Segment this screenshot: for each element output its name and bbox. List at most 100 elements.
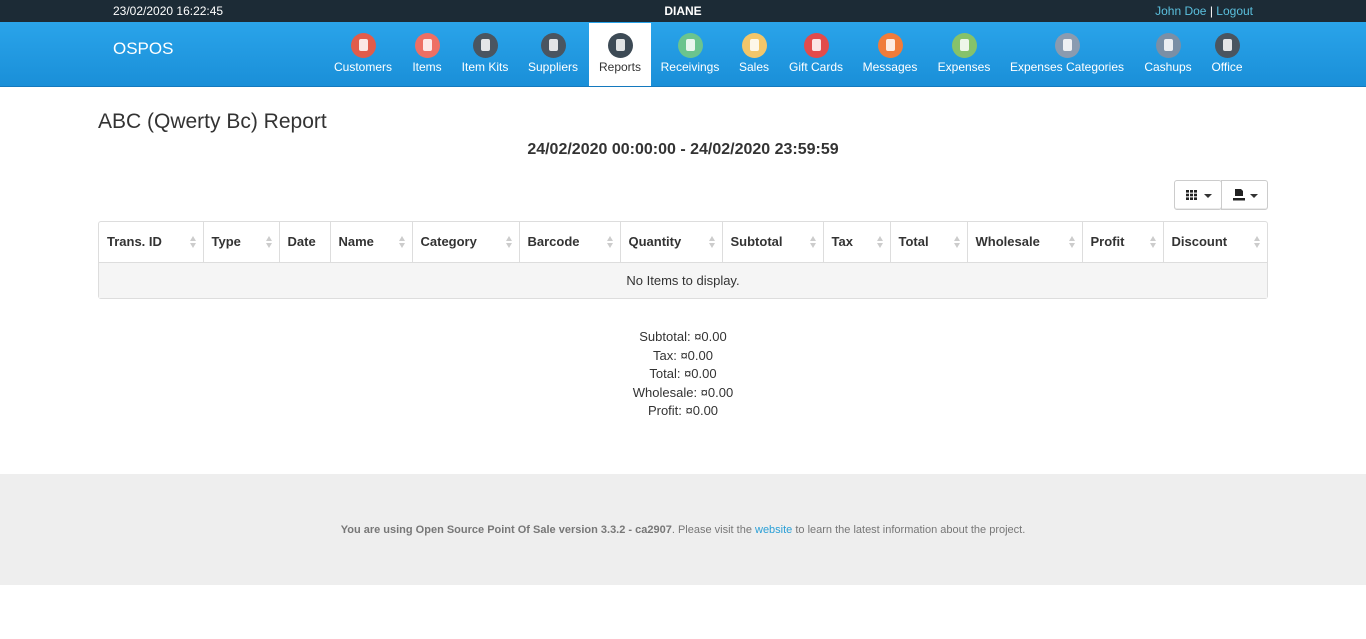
logout-link[interactable]: Logout [1216, 4, 1253, 18]
nav-item-messages[interactable]: Messages [859, 23, 921, 86]
report-table: Trans. ID Type Date Name Category Barcod… [98, 221, 1268, 299]
page-footer: You are using Open Source Point Of Sale … [0, 474, 1366, 585]
nav-label: Customers [333, 60, 392, 74]
columns-toggle-button[interactable] [1174, 180, 1222, 210]
office-icon [1214, 33, 1240, 58]
nav-label: Sales [738, 60, 770, 74]
summary-tax: Tax: ¤0.00 [653, 347, 713, 363]
nav-item-gift-cards[interactable]: Gift Cards [786, 23, 846, 86]
column-header-wholesale[interactable]: Wholesale [967, 222, 1083, 263]
user-separator: | [1209, 4, 1213, 18]
column-header-total[interactable]: Total [890, 222, 968, 263]
empty-table-message: No Items to display. [99, 262, 1267, 298]
column-header-label: Trans. ID [107, 234, 162, 250]
nav-label: Item Kits [461, 60, 509, 74]
sort-icon [189, 236, 197, 248]
reports-icon [607, 33, 633, 58]
nav-item-customers[interactable]: Customers [330, 23, 396, 86]
column-header-label: Profit [1090, 234, 1125, 250]
suppliers-icon [540, 33, 566, 58]
table-header-row: Trans. ID Type Date Name Category Barcod… [99, 222, 1267, 263]
main-navbar: OSPOS Customers Items Item Kits Supplier… [0, 22, 1366, 87]
sort-icon [953, 236, 961, 248]
column-header-label: Name [338, 234, 374, 250]
item-kits-icon [472, 33, 498, 58]
summary-total: Total: ¤0.00 [649, 366, 717, 381]
summary-subtotal: Subtotal: ¤0.00 [639, 329, 727, 344]
column-header-discount[interactable]: Discount [1163, 222, 1267, 263]
nav-item-item-kits[interactable]: Item Kits [458, 23, 512, 86]
column-header-label: Category [420, 234, 477, 250]
items-icon [414, 33, 440, 58]
table-row: No Items to display. [99, 262, 1267, 298]
sort-icon [1149, 236, 1157, 248]
export-icon [1233, 189, 1245, 201]
sort-icon [1254, 236, 1261, 248]
nav-label: Cashups [1144, 60, 1192, 74]
grid-icon [1186, 190, 1197, 200]
column-header-type[interactable]: Type [203, 222, 280, 263]
nav-item-items[interactable]: Items [406, 23, 448, 86]
column-header-barcode[interactable]: Barcode [519, 222, 621, 263]
nav-label: Messages [862, 60, 918, 74]
chevron-down-icon [1204, 194, 1212, 198]
nav-item-reports[interactable]: Reports [589, 23, 651, 86]
column-header-profit[interactable]: Profit [1082, 222, 1164, 263]
gift-cards-icon [803, 33, 829, 58]
column-header-name[interactable]: Name [330, 222, 413, 263]
report-date-range: 24/02/2020 00:00:00 - 24/02/2020 23:59:5… [527, 141, 839, 158]
footer-text-before: . Please visit the [671, 524, 755, 536]
sales-icon [741, 33, 767, 58]
column-header-label: Total [898, 234, 929, 250]
column-header-category[interactable]: Category [412, 222, 520, 263]
nav-label: Expenses Categories [1009, 60, 1125, 74]
column-header-quantity[interactable]: Quantity [620, 222, 723, 263]
brand-logo[interactable]: OSPOS [113, 39, 173, 59]
summary-profit: Profit: ¤0.00 [647, 403, 719, 418]
nav-item-receivings[interactable]: Receivings [656, 23, 724, 86]
column-header-label: Quantity [628, 234, 682, 250]
website-link[interactable]: website [755, 524, 792, 536]
column-header-trans-id[interactable]: Trans. ID [99, 222, 204, 263]
column-header-label: Type [211, 234, 241, 250]
nav-label: Receivings [660, 60, 720, 74]
expenses-icon [951, 33, 977, 58]
sort-icon [809, 236, 817, 248]
nav-item-cashups[interactable]: Cashups [1140, 23, 1196, 86]
nav-label: Expenses [937, 60, 991, 74]
cashups-icon [1155, 33, 1181, 58]
column-header-label: Barcode [527, 234, 580, 250]
footer-version: You are using Open Source Point Of Sale … [340, 524, 672, 536]
column-header-label: Tax [831, 234, 853, 250]
column-header-label: Date [287, 234, 316, 250]
export-button[interactable] [1221, 180, 1268, 210]
nav-label: Gift Cards [788, 60, 843, 74]
report-summary: Subtotal: ¤0.00 Tax: ¤0.00 Total: ¤0.00 … [0, 328, 1366, 421]
nav-item-suppliers[interactable]: Suppliers [524, 23, 582, 86]
nav-label: Reports [598, 60, 642, 74]
nav-item-sales[interactable]: Sales [734, 23, 774, 86]
sort-icon [398, 236, 406, 248]
nav-item-expenses[interactable]: Expenses [934, 23, 994, 86]
messages-icon [877, 33, 903, 58]
nav-item-expenses-categories[interactable]: Expenses Categories [1007, 23, 1127, 86]
top-bar: 23/02/2020 16:22:45 DIANE John Doe | Log… [0, 0, 1366, 22]
user-name-link[interactable]: John Doe [1155, 4, 1206, 18]
footer-text-after: to learn the latest information about th… [792, 524, 1026, 536]
customers-icon [350, 33, 376, 58]
column-header-date[interactable]: Date [279, 222, 331, 263]
nav-label: Suppliers [527, 60, 579, 74]
column-header-subtotal[interactable]: Subtotal [722, 222, 824, 263]
nav-item-office[interactable]: Office [1207, 23, 1247, 86]
sort-icon [708, 236, 716, 248]
expenses-categories-icon [1054, 33, 1080, 58]
summary-wholesale: Wholesale: ¤0.00 [632, 384, 734, 400]
sort-icon [505, 236, 513, 248]
sort-icon [1068, 236, 1076, 248]
nav-label: Office [1211, 60, 1243, 74]
column-header-label: Wholesale [975, 234, 1040, 250]
column-header-tax[interactable]: Tax [823, 222, 891, 263]
page-title: ABC (Qwerty Bc) Report [98, 110, 327, 133]
chevron-down-icon [1250, 194, 1258, 198]
footer-text: You are using Open Source Point Of Sale … [0, 524, 1366, 536]
